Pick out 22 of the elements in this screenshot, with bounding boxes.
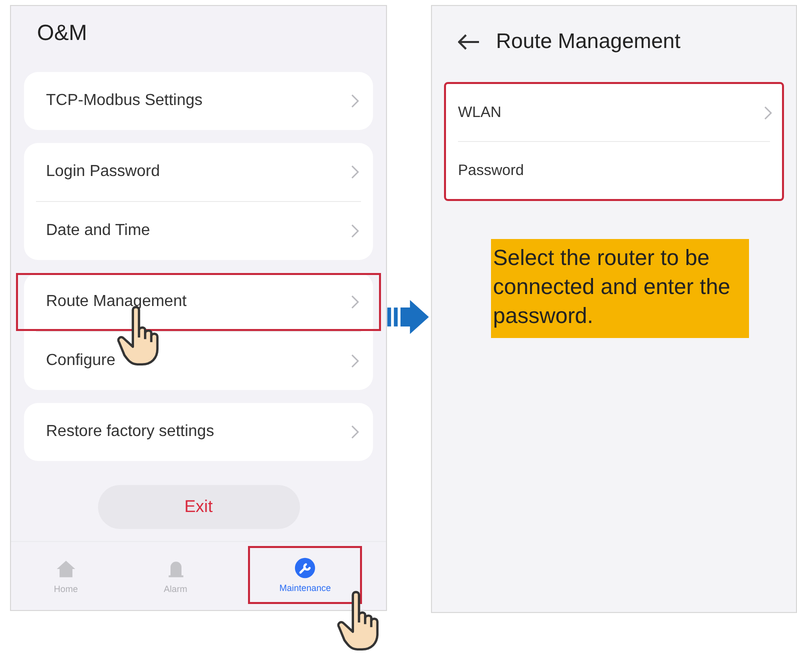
next-arrow-icon (387, 300, 431, 334)
instruction-callout: Select the router to be connected and enter the password. (491, 239, 749, 338)
settings-item[interactable]: Restore factory settings (24, 403, 373, 461)
wrench-icon (294, 557, 316, 579)
screen-title: Route Management (496, 30, 680, 54)
back-arrow-icon[interactable] (458, 34, 480, 50)
settings-item[interactable]: Password (446, 142, 782, 199)
chevron-right-icon (351, 94, 359, 108)
chevron-right-icon (351, 295, 359, 309)
home-icon (54, 558, 77, 580)
nav-tab[interactable]: Maintenance (248, 546, 362, 604)
exit-button[interactable]: Exit (98, 485, 300, 529)
settings-item[interactable]: Login Password (24, 143, 373, 201)
chevron-right-icon (351, 165, 359, 179)
settings-item[interactable]: Configure (24, 332, 373, 390)
settings-item[interactable]: TCP-Modbus Settings (24, 72, 373, 130)
chevron-right-icon (351, 224, 359, 238)
settings-item[interactable]: WLAN (446, 84, 782, 141)
screen-title: O&M (36, 19, 88, 47)
settings-item[interactable]: Date and Time (24, 202, 373, 260)
chevron-right-icon (351, 354, 359, 368)
chevron-right-icon (351, 425, 359, 439)
